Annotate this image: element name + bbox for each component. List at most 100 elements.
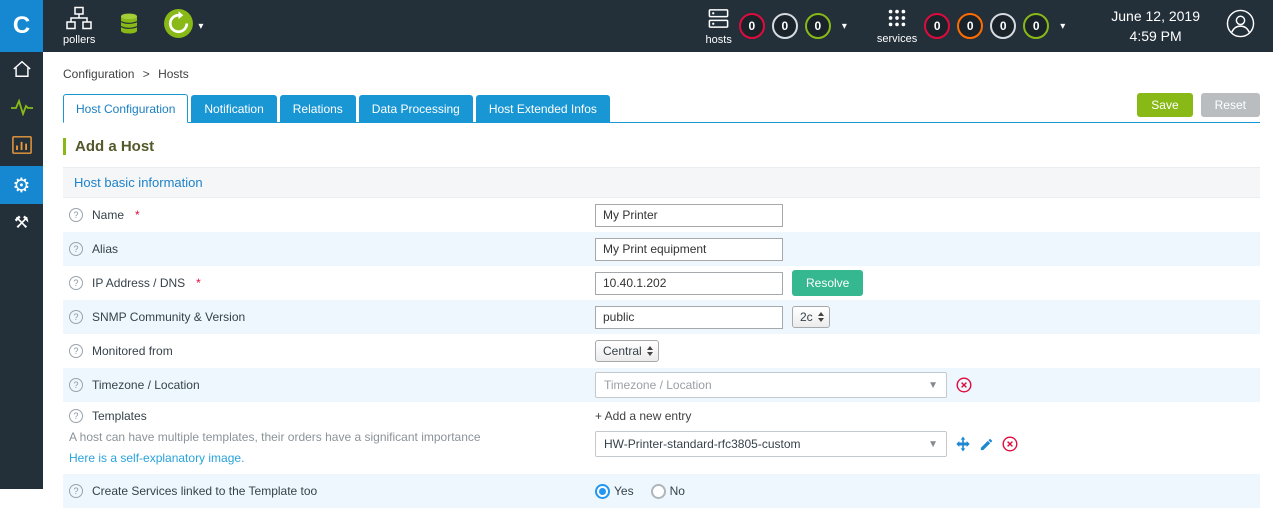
topbar: C pollers ▾ hosts 0 0 0 ▾ services 0 0 0… xyxy=(0,0,1273,52)
clear-timezone-icon[interactable] xyxy=(956,377,972,393)
form-row-ip-address: ? IP Address / DNS * Resolve xyxy=(63,266,1260,300)
template-entry: HW-Printer-standard-rfc3805-custom ▼ xyxy=(595,431,1018,457)
breadcrumb-hosts[interactable]: Hosts xyxy=(158,67,189,81)
chart-icon xyxy=(11,135,33,160)
resolve-button[interactable]: Resolve xyxy=(792,270,864,296)
delete-template-icon[interactable] xyxy=(1002,436,1018,452)
sidebar-item-administration[interactable]: ⚒ xyxy=(0,204,43,242)
help-icon[interactable]: ? xyxy=(69,378,83,392)
breadcrumb: Configuration > Hosts xyxy=(63,52,1260,81)
services-critical-badge[interactable]: 0 xyxy=(924,13,951,39)
poller-health-status[interactable]: ▾ xyxy=(163,8,203,44)
create-services-label: Create Services linked to the Template t… xyxy=(92,484,318,498)
services-unknown-badge[interactable]: 0 xyxy=(990,13,1017,39)
templates-help-link[interactable]: Here is a self-explanatory image. xyxy=(69,451,244,465)
form-row-templates: ? Templates A host can have multiple tem… xyxy=(63,402,1260,474)
services-warning-badge[interactable]: 0 xyxy=(957,13,984,39)
create-services-yes-option: Yes xyxy=(595,483,642,499)
hosts-menu[interactable]: hosts xyxy=(706,7,732,46)
field-label-group: ? Templates A host can have multiple tem… xyxy=(63,409,595,465)
help-icon[interactable]: ? xyxy=(69,310,83,324)
field-label-group: ? Name * xyxy=(63,208,595,222)
form-row-alias: ? Alias xyxy=(63,232,1260,266)
section-host-basic-information: Host basic information xyxy=(63,167,1260,198)
sidebar-item-home[interactable] xyxy=(0,52,43,90)
field-label-group: ? IP Address / DNS * xyxy=(63,276,595,290)
tab-host-configuration[interactable]: Host Configuration xyxy=(63,94,189,123)
edit-template-icon[interactable] xyxy=(979,437,994,452)
monitored-from-value: Central xyxy=(603,344,642,358)
template-select[interactable]: HW-Printer-standard-rfc3805-custom ▼ xyxy=(595,431,947,457)
hosts-label: hosts xyxy=(705,33,732,46)
topbar-right-cluster: hosts 0 0 0 ▾ services 0 0 0 0 ▾ June 12… xyxy=(706,0,1273,52)
services-menu[interactable]: services xyxy=(877,7,917,45)
radio-yes[interactable] xyxy=(595,483,610,499)
field-label-group: ? Alias xyxy=(63,242,595,256)
help-icon[interactable]: ? xyxy=(69,242,83,256)
current-date: June 12, 2019 xyxy=(1111,7,1200,24)
user-menu[interactable] xyxy=(1226,9,1255,43)
centreon-logo[interactable]: C xyxy=(0,0,43,52)
hosts-up-badge[interactable]: 0 xyxy=(804,13,831,39)
ip-address-input[interactable] xyxy=(595,271,783,295)
move-template-icon[interactable] xyxy=(955,436,971,452)
host-form: ? Name * ? Alias ? IP Address / DNS * xyxy=(63,198,1260,508)
chevron-down-icon[interactable]: ▾ xyxy=(1060,21,1065,32)
timezone-label: Timezone / Location xyxy=(92,378,200,392)
templates-label: Templates xyxy=(92,409,147,423)
sidebar-item-configuration[interactable]: ⚙ xyxy=(0,166,43,204)
select-arrows-icon xyxy=(817,312,824,322)
services-icon xyxy=(886,7,908,32)
chevron-down-icon[interactable]: ▾ xyxy=(198,21,203,32)
chevron-down-icon: ▼ xyxy=(928,438,938,450)
form-row-snmp: ? SNMP Community & Version 2c xyxy=(63,300,1260,334)
database-icon xyxy=(117,13,141,41)
chevron-down-icon[interactable]: ▾ xyxy=(842,21,847,32)
radio-no[interactable] xyxy=(650,483,666,499)
add-template-entry-link[interactable]: + Add a new entry xyxy=(595,409,691,423)
topbar-left-cluster: pollers ▾ xyxy=(43,0,203,52)
name-input[interactable] xyxy=(595,203,783,227)
required-marker: * xyxy=(135,208,140,222)
pollers-icon xyxy=(66,6,92,33)
breadcrumb-configuration[interactable]: Configuration xyxy=(63,67,134,81)
form-row-timezone: ? Timezone / Location Timezone / Locatio… xyxy=(63,368,1260,402)
pollers-menu[interactable]: pollers xyxy=(63,6,95,46)
hosts-icon xyxy=(707,7,730,33)
home-icon xyxy=(11,59,33,84)
hosts-status-group: hosts 0 0 0 ▾ xyxy=(706,7,847,46)
hosts-down-badge[interactable]: 0 xyxy=(738,13,765,39)
monitored-from-select[interactable]: Central xyxy=(595,340,659,362)
tab-relations[interactable]: Relations xyxy=(279,95,356,122)
help-icon[interactable]: ? xyxy=(69,208,83,222)
help-icon[interactable]: ? xyxy=(69,276,83,290)
sidebar-item-reporting[interactable] xyxy=(0,128,43,166)
pulse-icon xyxy=(10,97,34,121)
tools-icon: ⚒ xyxy=(13,213,30,233)
templates-help-text: A host can have multiple templates, thei… xyxy=(69,430,481,444)
database-status[interactable] xyxy=(117,10,141,42)
required-marker: * xyxy=(196,276,201,290)
help-icon[interactable]: ? xyxy=(69,484,83,498)
services-ok-badge[interactable]: 0 xyxy=(1023,13,1050,39)
tab-host-extended-infos[interactable]: Host Extended Infos xyxy=(475,95,610,122)
hosts-unreachable-badge[interactable]: 0 xyxy=(771,13,798,39)
timezone-select[interactable]: Timezone / Location ▼ xyxy=(595,372,947,398)
alias-input[interactable] xyxy=(595,237,783,261)
radio-no-label: No xyxy=(669,484,685,498)
field-label-group: ? Create Services linked to the Template… xyxy=(63,484,595,498)
snmp-version-select[interactable]: 2c xyxy=(792,306,830,328)
help-icon[interactable]: ? xyxy=(69,344,83,358)
template-value: HW-Printer-standard-rfc3805-custom xyxy=(604,437,801,451)
tab-data-processing[interactable]: Data Processing xyxy=(358,95,473,122)
reset-button[interactable]: Reset xyxy=(1200,93,1260,117)
field-label-group: ? SNMP Community & Version xyxy=(63,310,595,324)
tab-notification[interactable]: Notification xyxy=(191,95,277,122)
gear-icon: ⚙ xyxy=(12,173,31,197)
sidebar-item-monitoring[interactable] xyxy=(0,90,43,128)
help-icon[interactable]: ? xyxy=(69,409,83,423)
create-services-no-option: No xyxy=(650,483,693,499)
save-button[interactable]: Save xyxy=(1137,93,1193,117)
breadcrumb-separator: > xyxy=(142,67,150,81)
snmp-community-input[interactable] xyxy=(595,305,783,329)
